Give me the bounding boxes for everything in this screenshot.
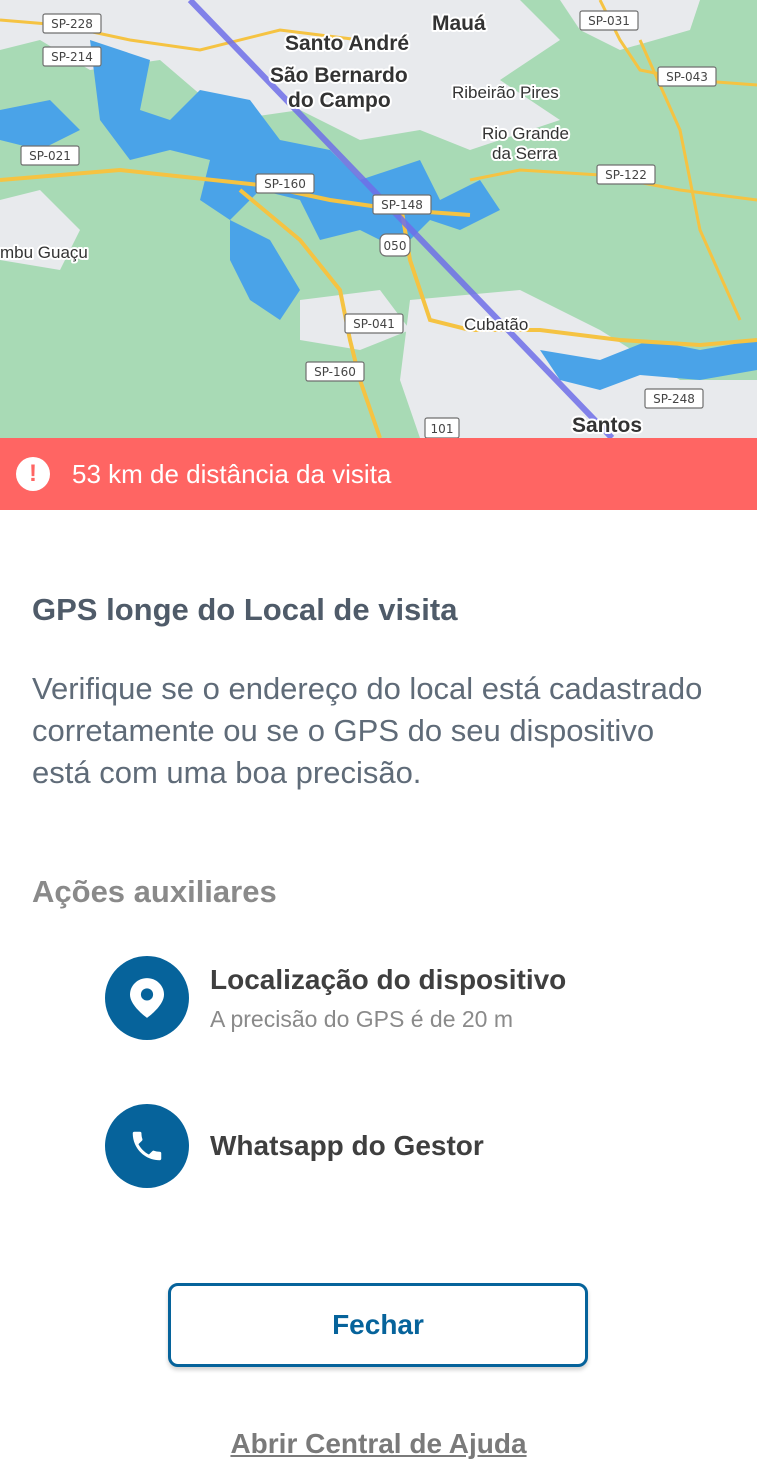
panel-title: GPS longe do Local de visita bbox=[32, 592, 458, 627]
place-label: mbu Guaçu bbox=[0, 243, 88, 262]
svg-text:SP-228: SP-228 bbox=[51, 17, 93, 31]
manager-whatsapp-title: Whatsapp do Gestor bbox=[210, 1130, 484, 1161]
distance-alert-text: 53 km de distância da visita bbox=[72, 458, 392, 489]
manager-whatsapp-action[interactable]: Whatsapp do Gestor bbox=[105, 1104, 484, 1188]
place-label: Rio Grande bbox=[482, 124, 569, 143]
exclamation-circle-icon: ! bbox=[16, 457, 50, 491]
phone-icon bbox=[105, 1104, 189, 1188]
place-label: Santos bbox=[572, 414, 642, 437]
svg-text:050: 050 bbox=[384, 239, 407, 253]
svg-text:SP-043: SP-043 bbox=[666, 70, 708, 84]
section-title: Ações auxiliares bbox=[32, 874, 277, 909]
place-label: da Serra bbox=[492, 144, 558, 163]
close-button[interactable]: Fechar bbox=[168, 1283, 588, 1367]
place-label: Cubatão bbox=[464, 315, 528, 334]
map-view[interactable]: SP-228 SP-214 SP-021 SP-031 SP-043 SP-12… bbox=[0, 0, 757, 438]
info-panel: GPS longe do Local de visita Verifique s… bbox=[0, 510, 757, 1476]
svg-text:SP-148: SP-148 bbox=[381, 198, 423, 212]
map-canvas: SP-228 SP-214 SP-021 SP-031 SP-043 SP-12… bbox=[0, 0, 757, 438]
device-location-title: Localização do dispositivo bbox=[210, 963, 567, 995]
distance-alert-bar: ! 53 km de distância da visita bbox=[0, 438, 757, 510]
device-location-action[interactable]: Localização do dispositivo A precisão do… bbox=[105, 956, 566, 1040]
help-center-link[interactable]: Abrir Central de Ajuda bbox=[0, 1428, 757, 1460]
svg-text:SP-041: SP-041 bbox=[353, 317, 395, 331]
svg-text:SP-160: SP-160 bbox=[314, 365, 356, 379]
panel-description: Verifique se o endereço do local está ca… bbox=[32, 671, 703, 790]
place-label: Ribeirão Pires bbox=[452, 83, 559, 102]
svg-text:SP-214: SP-214 bbox=[51, 50, 93, 64]
svg-text:SP-248: SP-248 bbox=[653, 392, 695, 406]
svg-text:SP-031: SP-031 bbox=[588, 14, 630, 28]
place-label: Santo André bbox=[285, 32, 409, 55]
place-label: do Campo bbox=[288, 89, 391, 112]
svg-text:101: 101 bbox=[431, 422, 454, 436]
place-label: Mauá bbox=[432, 12, 486, 35]
svg-text:SP-122: SP-122 bbox=[605, 168, 647, 182]
place-label: São Bernardo bbox=[270, 64, 408, 87]
location-pin-icon bbox=[105, 956, 189, 1040]
svg-text:SP-160: SP-160 bbox=[264, 177, 306, 191]
gps-precision-text: A precisão do GPS é de 20 m bbox=[210, 1005, 514, 1032]
svg-text:SP-021: SP-021 bbox=[29, 149, 71, 163]
